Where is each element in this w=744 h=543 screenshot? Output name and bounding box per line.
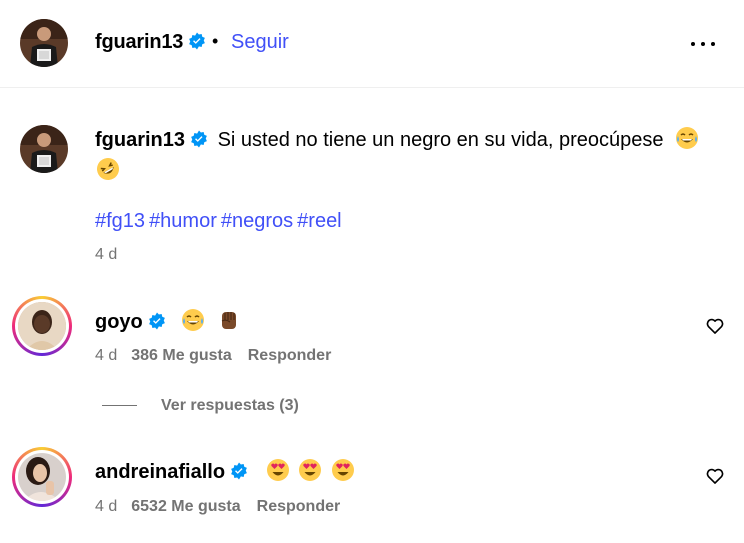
hashtag-link[interactable]: #humor bbox=[149, 210, 217, 232]
commenter-avatar bbox=[18, 453, 66, 501]
replies-divider-line bbox=[102, 405, 137, 407]
rolling-laughing-emoji-icon bbox=[97, 158, 119, 180]
separator-dot: • bbox=[212, 31, 219, 51]
commenter-avatar bbox=[18, 302, 66, 350]
like-heart-icon[interactable] bbox=[705, 466, 725, 486]
raised-fist-emoji-icon bbox=[221, 312, 236, 329]
reply-button[interactable]: Responder bbox=[257, 498, 341, 515]
post-header: fguarin13 • Seguir bbox=[0, 0, 744, 88]
hashtag-list: #fg13 #humor #negros #reel bbox=[95, 210, 346, 233]
heart-eyes-emoji-icon bbox=[331, 459, 354, 481]
caption-author-avatar[interactable] bbox=[20, 125, 68, 173]
author-avatar[interactable] bbox=[20, 19, 68, 67]
follow-button[interactable]: Seguir bbox=[231, 31, 289, 54]
grinning-sweat-emoji-icon bbox=[182, 309, 205, 331]
reply-button[interactable]: Responder bbox=[248, 347, 332, 364]
like-heart-icon[interactable] bbox=[705, 316, 725, 336]
heart-eyes-emoji-icon bbox=[299, 459, 322, 481]
commenter-username[interactable]: goyo bbox=[95, 311, 143, 333]
hashtag-link[interactable]: #negros bbox=[221, 210, 293, 232]
comment-item: goyo bbox=[95, 308, 241, 334]
author-username[interactable]: fguarin13 bbox=[95, 31, 206, 54]
comment-likes[interactable]: 6532 Me gusta bbox=[131, 498, 240, 515]
story-ring[interactable] bbox=[12, 447, 72, 507]
caption-timestamp: 4 d bbox=[95, 246, 118, 263]
view-replies-button[interactable]: Ver respuestas (3) bbox=[102, 397, 299, 415]
commenter-username[interactable]: andreinafiallo bbox=[95, 461, 225, 483]
verified-badge-icon bbox=[191, 130, 207, 148]
hashtag-link[interactable]: #reel bbox=[297, 210, 341, 232]
more-options-icon[interactable] bbox=[689, 34, 717, 54]
verified-badge-icon bbox=[231, 462, 247, 480]
comment-likes[interactable]: 386 Me gusta bbox=[131, 347, 231, 364]
view-replies-label: Ver respuestas (3) bbox=[161, 397, 299, 414]
hashtag-link[interactable]: #fg13 bbox=[95, 210, 145, 232]
verified-badge-icon bbox=[148, 312, 165, 330]
comment-item: andreinafiallo bbox=[95, 458, 355, 484]
comment-meta: 4 d 6532 Me gusta Responder bbox=[95, 498, 340, 516]
caption-emoji-line bbox=[95, 156, 121, 187]
comment-timestamp: 4 d bbox=[95, 347, 118, 364]
story-ring[interactable] bbox=[12, 296, 72, 356]
comment-meta: 4 d 386 Me gusta Responder bbox=[95, 347, 331, 365]
caption-text: fguarin13 Si usted no tiene un negro en … bbox=[95, 126, 699, 152]
caption-username[interactable]: fguarin13 bbox=[95, 129, 185, 151]
verified-badge-icon bbox=[189, 32, 206, 50]
comment-timestamp: 4 d bbox=[95, 498, 118, 515]
heart-eyes-emoji-icon bbox=[266, 459, 289, 481]
caption-message: Si usted no tiene un negro en su vida, p… bbox=[217, 129, 664, 151]
grinning-sweat-emoji-icon bbox=[676, 127, 699, 149]
